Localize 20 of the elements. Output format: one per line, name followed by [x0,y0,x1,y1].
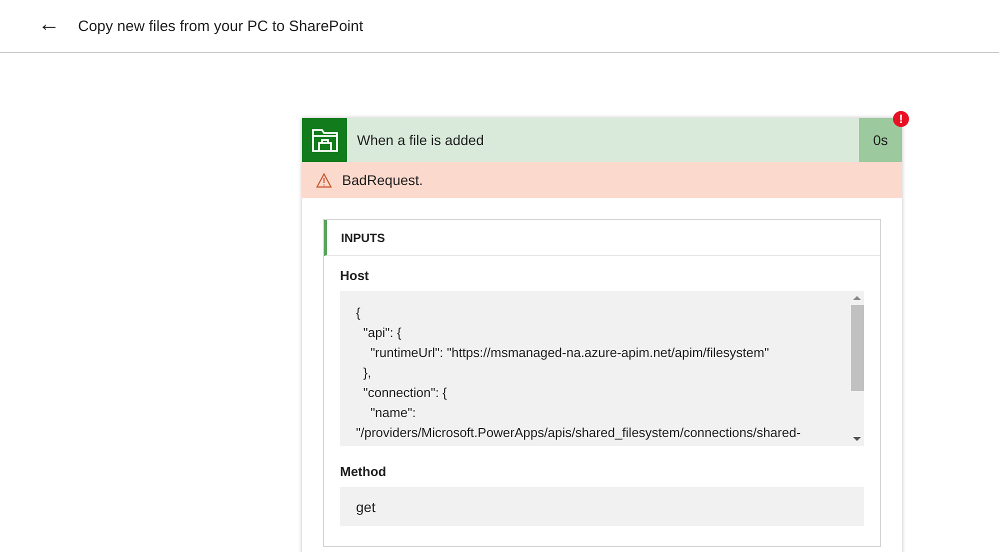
warning-icon [316,172,332,188]
code-line: { [356,304,362,322]
error-message: BadRequest. [342,172,423,188]
section-heading: INPUTS [341,230,386,244]
value-box: get [340,487,864,526]
code-line: "api": { [362,324,402,342]
code-line: "connection": { [362,384,448,402]
code-line: "/providers/Microsoft.PowerApps/apis/shared_filesystem/connections/shared- [356,424,802,442]
folder-icon [302,118,347,162]
field-label: Method [340,464,388,479]
field-label: Host [340,268,370,283]
page-title: Copy new files from your PC to SharePoint [78,18,364,34]
code-line: "name": [369,404,417,422]
error-badge: ! [893,111,909,127]
scroll-up-icon[interactable] [853,296,861,300]
step-title: When a file is added [356,131,485,150]
scroll-down-icon[interactable] [853,437,861,441]
back-arrow-icon[interactable]: ← [38,13,60,35]
code-line: }, [362,364,372,382]
code-line: "runtimeUrl": "https://msmanaged-na.azure-apim.net/apim/filesystem" [369,344,770,362]
